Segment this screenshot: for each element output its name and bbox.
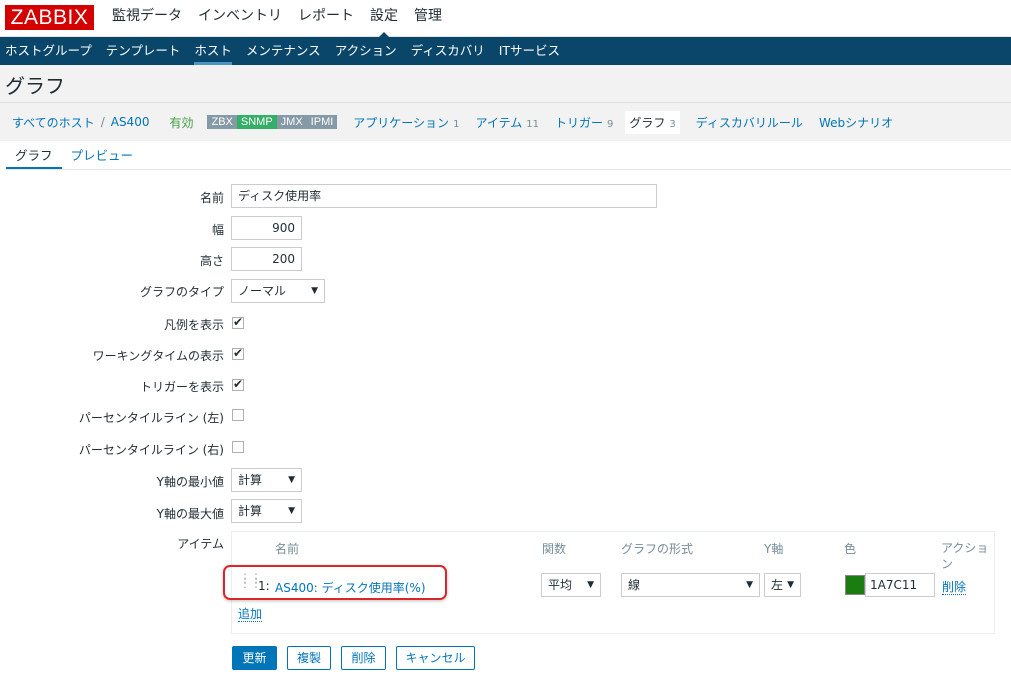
zabbix-logo[interactable]: ZABBIX <box>5 5 94 30</box>
chevron-down-icon: ▼ <box>587 580 594 590</box>
col-header-y-axis: Y軸 <box>764 542 784 556</box>
nav-triggers-count: 9 <box>607 118 614 130</box>
add-item-link[interactable]: 追加 <box>238 607 263 622</box>
update-button[interactable]: 更新 <box>232 646 277 670</box>
title-bar: グラフ <box>0 65 1011 103</box>
chevron-down-icon: ▼ <box>746 580 753 590</box>
col-header-name: 名前 <box>275 542 300 556</box>
show-working-time-checkbox[interactable] <box>232 346 244 360</box>
availability-snmp: SNMP <box>236 115 277 129</box>
submenu-templates[interactable]: テンプレート <box>101 37 190 65</box>
show-legend-label: 凡例を表示 <box>163 318 224 332</box>
item-remove-link[interactable]: 削除 <box>942 580 967 595</box>
submenu-discovery[interactable]: ディスカバリ <box>406 37 494 65</box>
tab-divider <box>6 169 1011 170</box>
highlight-annotation <box>223 565 447 600</box>
col-header-draw-style: グラフの形式 <box>621 542 694 556</box>
height-input[interactable]: 200 <box>231 247 302 271</box>
submenu-actions[interactable]: アクション <box>330 37 406 65</box>
graph-type-select[interactable]: ノーマル ▼ <box>231 279 325 303</box>
percentile-left-label: パーセンタイルライン (左) <box>78 411 224 425</box>
item-color-input[interactable]: 1A7C11 <box>865 573 935 597</box>
breadcrumb-all-hosts[interactable]: すべてのホスト <box>6 114 101 131</box>
host-navigation: すべてのホスト / AS400 有効 ZBX SNMP JMX IPMI アプリ… <box>0 103 1011 141</box>
tab-graph[interactable]: グラフ <box>6 146 62 170</box>
menu-configuration[interactable]: 設定 <box>362 0 406 38</box>
ymin-select[interactable]: 計算 ▼ <box>231 468 302 492</box>
graph-type-value: ノーマル <box>238 284 287 298</box>
show-triggers-label: トリガーを表示 <box>139 380 224 394</box>
col-header-action: アクション <box>941 541 989 571</box>
breadcrumb-host[interactable]: AS400 <box>105 115 156 129</box>
item-y-axis-value: 左 <box>771 578 784 592</box>
nav-triggers[interactable]: トリガー 9 <box>555 114 613 131</box>
item-draw-style-value: 線 <box>628 578 641 592</box>
nav-applications[interactable]: アプリケーション 1 <box>353 114 459 131</box>
submenu-it-services[interactable]: ITサービス <box>494 37 569 65</box>
ymax-value: 計算 <box>238 504 263 518</box>
ymin-value: 計算 <box>238 473 263 487</box>
graph-type-label: グラフのタイプ <box>139 285 224 299</box>
items-label: アイテム <box>177 537 224 551</box>
cancel-button[interactable]: キャンセル <box>396 646 475 670</box>
item-draw-style-select[interactable]: 線 ▼ <box>621 573 760 597</box>
submenu-host-groups[interactable]: ホストグループ <box>0 37 101 65</box>
sub-menu: ホストグループ テンプレート ホスト メンテナンス アクション ディスカバリ I… <box>0 37 1011 65</box>
availability-zbx: ZBX <box>207 115 237 129</box>
nav-applications-label: アプリケーション <box>353 115 450 130</box>
menu-inventory[interactable]: インベントリ <box>190 0 290 37</box>
percentile-right-checkbox[interactable] <box>232 441 244 453</box>
nav-applications-count: 1 <box>453 118 460 130</box>
width-label: 幅 <box>211 223 224 237</box>
show-working-time-label: ワーキングタイムの表示 <box>92 349 224 363</box>
ymax-select[interactable]: 計算 ▼ <box>231 499 302 523</box>
item-color-swatch[interactable] <box>845 575 865 595</box>
host-status[interactable]: 有効 <box>169 114 193 131</box>
chevron-down-icon: ▼ <box>288 506 295 516</box>
name-label: 名前 <box>199 191 224 205</box>
menu-monitoring[interactable]: 監視データ <box>104 0 190 37</box>
nav-items-label: アイテム <box>475 115 523 130</box>
chevron-down-icon: ▼ <box>311 286 318 296</box>
nav-items[interactable]: アイテム 11 <box>475 114 539 131</box>
show-triggers-checkbox[interactable] <box>232 377 244 391</box>
name-input[interactable]: ディスク使用率 <box>231 184 657 208</box>
menu-administration[interactable]: 管理 <box>406 0 450 37</box>
graph-form: グラフ プレビュー 名前 ディスク使用率 幅 900 高さ 200 グラフのタイ… <box>0 141 1011 677</box>
show-legend-checkbox[interactable] <box>232 315 244 329</box>
percentile-right-label: パーセンタイルライン (右) <box>78 443 224 457</box>
chevron-down-icon: ▼ <box>787 580 794 590</box>
ymax-label: Y軸の最大値 <box>156 507 224 521</box>
item-y-axis-select[interactable]: 左 ▼ <box>764 573 801 597</box>
chevron-down-icon: ▼ <box>288 475 295 485</box>
nav-discovery-rules[interactable]: ディスカバリルール <box>696 114 803 131</box>
col-header-function: 関数 <box>542 542 567 556</box>
percentile-left-checkbox[interactable] <box>232 409 244 421</box>
nav-items-count: 11 <box>526 118 539 130</box>
form-tabs: グラフ プレビュー <box>6 146 142 170</box>
availability-jmx: JMX <box>276 115 307 129</box>
nav-graphs-label: グラフ <box>629 115 666 130</box>
width-input[interactable]: 900 <box>231 216 302 240</box>
nav-graphs[interactable]: グラフ 3 <box>625 110 680 134</box>
delete-button[interactable]: 削除 <box>341 646 386 670</box>
availability-badges: ZBX SNMP JMX IPMI <box>207 115 338 129</box>
menu-reports[interactable]: レポート <box>290 0 362 37</box>
main-menu: 監視データ インベントリ レポート 設定 管理 <box>104 0 450 38</box>
tab-preview[interactable]: プレビュー <box>62 146 143 170</box>
page-title: グラフ <box>5 74 65 98</box>
col-header-color: 色 <box>844 542 857 556</box>
availability-ipmi: IPMI <box>306 115 338 129</box>
item-function-value: 平均 <box>548 578 573 592</box>
top-header: ZABBIX 監視データ インベントリ レポート 設定 管理 <box>0 0 1011 38</box>
nav-graphs-count: 3 <box>669 118 676 130</box>
item-function-select[interactable]: 平均 ▼ <box>541 573 601 597</box>
nav-web-scenarios[interactable]: Webシナリオ <box>819 114 893 131</box>
clone-button[interactable]: 複製 <box>287 646 331 670</box>
ymin-label: Y軸の最小値 <box>156 475 224 489</box>
submenu-maintenance[interactable]: メンテナンス <box>241 37 330 65</box>
nav-triggers-label: トリガー <box>554 115 603 130</box>
height-label: 高さ <box>199 254 224 268</box>
submenu-hosts[interactable]: ホスト <box>189 37 241 65</box>
